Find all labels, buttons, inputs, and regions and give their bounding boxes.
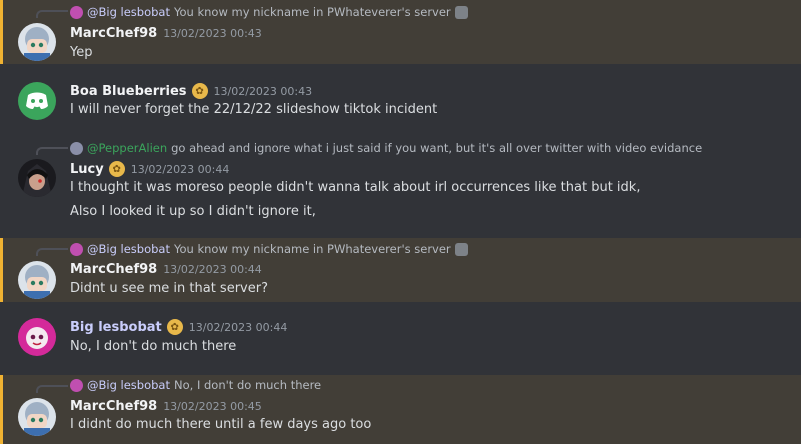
avatar[interactable] <box>18 159 56 197</box>
message-1: @Big lesbobat You know my nickname in PW… <box>0 0 801 64</box>
message-text: No, I don't do much there <box>70 339 237 354</box>
message-header: MarcChef98 13/02/2023 00:44 <box>70 260 262 278</box>
reply-text: go ahead and ignore what i just said if … <box>171 141 703 155</box>
reply-preview[interactable]: @Big lesbobat No, I don't do much there <box>70 377 321 393</box>
message-header: Big lesbobat ✿ 13/02/2023 00:44 <box>70 318 287 336</box>
author-name[interactable]: MarcChef98 <box>70 399 157 414</box>
message-text: I will never forget the 22/12/22 slidesh… <box>70 102 438 117</box>
message-header: Boa Blueberries ✿ 13/02/2023 00:43 <box>70 82 312 100</box>
reply-mention[interactable]: @Big lesbobat <box>87 378 170 392</box>
timestamp: 13/02/2023 00:43 <box>213 84 313 98</box>
reply-text: You know my nickname in PWhateverer's se… <box>174 5 451 19</box>
message-4: @Big lesbobat You know my nickname in PW… <box>0 238 801 302</box>
image-attachment-icon <box>454 5 468 19</box>
reply-spine <box>36 385 68 393</box>
reply-avatar <box>70 242 83 256</box>
author-name[interactable]: MarcChef98 <box>70 262 157 277</box>
reply-text: No, I don't do much there <box>174 378 322 392</box>
reply-mention[interactable]: @Big lesbobat <box>87 242 170 256</box>
author-name[interactable]: Big lesbobat <box>70 320 162 335</box>
timestamp: 13/02/2023 00:45 <box>163 399 262 413</box>
timestamp: 13/02/2023 00:44 <box>163 262 262 276</box>
reply-spine <box>36 248 68 256</box>
timestamp: 13/02/2023 00:43 <box>163 26 262 40</box>
reply-mention[interactable]: @Big lesbobat <box>87 5 170 19</box>
avatar[interactable] <box>18 261 56 299</box>
message-2: Boa Blueberries ✿ 13/02/2023 00:43 I wil… <box>0 78 801 128</box>
avatar[interactable] <box>18 318 56 356</box>
message-header: MarcChef98 13/02/2023 00:45 <box>70 397 262 415</box>
avatar[interactable] <box>18 23 56 61</box>
message-5: Big lesbobat ✿ 13/02/2023 00:44 No, I do… <box>0 314 801 364</box>
message-text: I didnt do much there until a few days a… <box>70 417 372 432</box>
avatar[interactable] <box>18 82 56 120</box>
timestamp: 13/02/2023 00:44 <box>130 162 230 176</box>
message-3: @PepperAlien go ahead and ignore what i … <box>0 136 801 228</box>
reply-text: You know my nickname in PWhateverer's se… <box>174 242 451 256</box>
reply-preview[interactable]: @Big lesbobat You know my nickname in PW… <box>70 241 468 257</box>
popcorn-icon: ✿ <box>191 83 208 99</box>
message-text: Also I looked it up so I didn't ignore i… <box>70 204 316 219</box>
popcorn-icon: ✿ <box>166 319 183 335</box>
message-6: @Big lesbobat No, I don't do much there … <box>0 375 801 444</box>
reply-avatar <box>70 141 83 155</box>
message-text: I thought it was moreso people didn't wa… <box>70 180 641 195</box>
reply-preview[interactable]: @PepperAlien go ahead and ignore what i … <box>70 140 702 156</box>
reply-spine <box>36 10 68 18</box>
avatar[interactable] <box>18 398 56 436</box>
popcorn-icon: ✿ <box>108 161 125 177</box>
message-header: Lucy ✿ 13/02/2023 00:44 <box>70 160 229 178</box>
author-name[interactable]: MarcChef98 <box>70 26 157 41</box>
reply-mention[interactable]: @PepperAlien <box>87 141 167 155</box>
reply-spine <box>36 147 68 155</box>
author-name[interactable]: Boa Blueberries <box>70 84 187 99</box>
image-attachment-icon <box>454 242 468 256</box>
reply-avatar <box>70 5 83 19</box>
timestamp: 13/02/2023 00:44 <box>188 320 288 334</box>
reply-avatar <box>70 378 83 392</box>
message-header: MarcChef98 13/02/2023 00:43 <box>70 24 262 42</box>
message-text: Didnt u see me in that server? <box>70 281 268 296</box>
message-text: Yep <box>70 45 93 60</box>
author-name[interactable]: Lucy <box>70 162 104 177</box>
reply-preview[interactable]: @Big lesbobat You know my nickname in PW… <box>70 4 468 20</box>
